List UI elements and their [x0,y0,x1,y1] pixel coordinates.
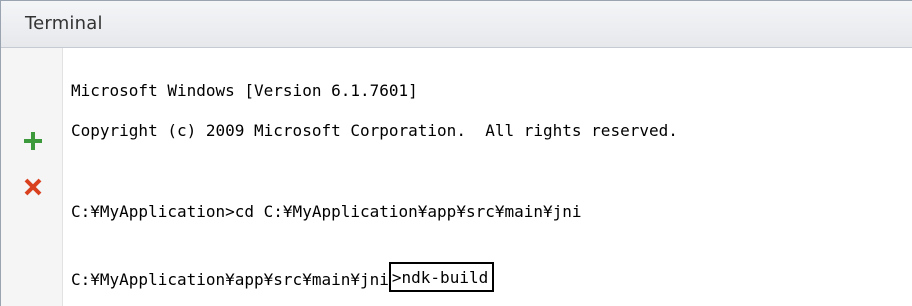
console-line: C:¥MyApplication>cd C:¥MyApplication¥app… [71,202,582,221]
console-line: Microsoft Windows [Version 6.1.7601] [71,81,418,100]
current-command[interactable]: >ndk-build [388,262,495,292]
terminal-output[interactable]: Microsoft Windows [Version 6.1.7601] Cop… [71,48,901,306]
plus-icon [24,132,42,150]
new-session-button[interactable] [22,130,44,152]
console-prompt: C:¥MyApplication¥app¥src¥main¥jni [71,270,389,289]
console-line: Copyright (c) 2009 Microsoft Corporation… [71,121,678,140]
console-prompt-line: C:¥MyApplication¥app¥src¥main¥jni >ndk-bu… [71,262,495,292]
terminal-title: Terminal [25,13,103,34]
terminal-toolbar [1,48,63,306]
terminal-title-bar[interactable]: Terminal [1,1,912,48]
close-icon [24,178,42,196]
close-session-button[interactable] [22,176,44,198]
terminal-window: Terminal Microsoft Windows [Version 6.1.… [0,0,912,306]
